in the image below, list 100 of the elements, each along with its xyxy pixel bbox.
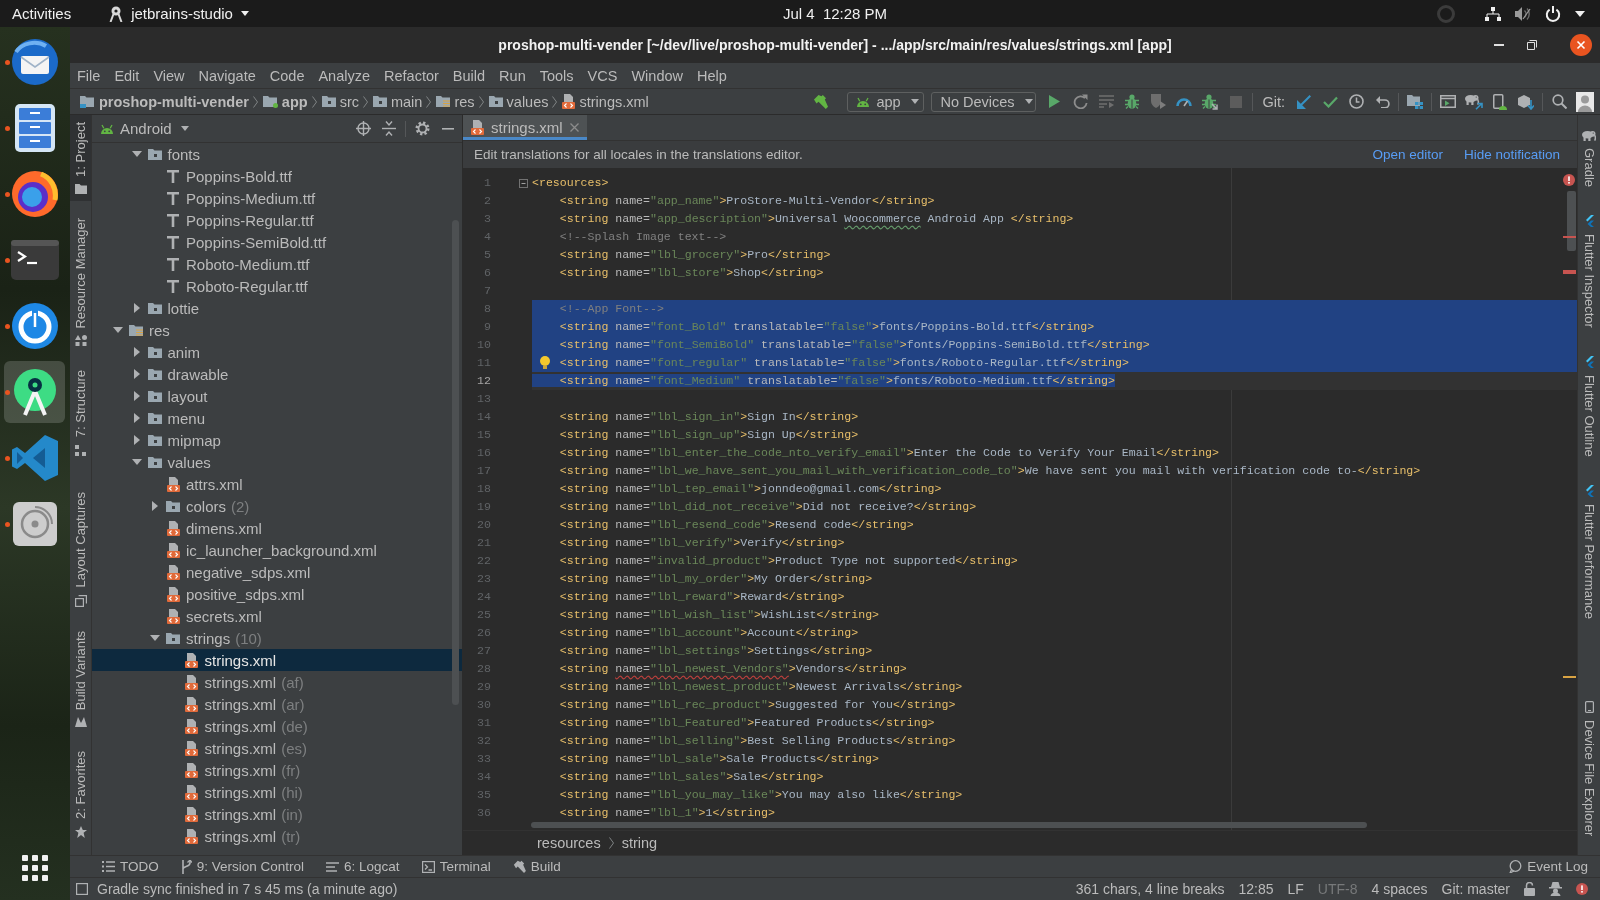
- caret-icon[interactable]: [1575, 10, 1585, 17]
- editor-tab[interactable]: strings.xml: [463, 115, 587, 140]
- tree-item[interactable]: mipmap: [92, 429, 462, 451]
- panel-mode-dropdown[interactable]: Android: [100, 120, 189, 137]
- tree-item[interactable]: strings.xml (es): [92, 737, 462, 759]
- dock-launcher[interactable]: [4, 361, 65, 423]
- restore-icon[interactable]: [1527, 40, 1537, 50]
- inspector-icon[interactable]: [1549, 882, 1562, 896]
- side-tool-button[interactable]: Resource Manager: [70, 210, 91, 354]
- side-tool-button[interactable]: Build Variants: [70, 623, 91, 735]
- tree-item[interactable]: strings.xml: [92, 649, 462, 671]
- menubar-item[interactable]: Tools: [532, 67, 581, 84]
- minimize-icon[interactable]: [442, 127, 454, 130]
- scrollbar-thumb[interactable]: [452, 220, 459, 705]
- side-tool-button[interactable]: 2: Favorites: [70, 744, 91, 845]
- collapse-icon[interactable]: [382, 121, 396, 136]
- tree-item[interactable]: positive_sdps.xml: [92, 583, 462, 605]
- activities-button[interactable]: Activities: [12, 5, 72, 22]
- fold-icon[interactable]: [519, 178, 528, 188]
- tree-item[interactable]: Poppins-Regular.ttf: [92, 209, 462, 231]
- menubar-item[interactable]: Edit: [107, 67, 147, 84]
- event-log-button[interactable]: Event Log: [1509, 859, 1588, 874]
- tree-item[interactable]: colors (2): [92, 495, 462, 517]
- network-icon[interactable]: [1485, 6, 1501, 21]
- breadcrumb[interactable]: resources: [537, 835, 601, 851]
- error-icon[interactable]: [1576, 883, 1588, 895]
- tree-item[interactable]: strings.xml (fr): [92, 759, 462, 781]
- bottom-tool-button[interactable]: 9: Version Control: [180, 859, 305, 874]
- arrow-down-left-icon[interactable]: [1297, 94, 1311, 109]
- tree-item[interactable]: drawable: [92, 363, 462, 385]
- tree-item[interactable]: Poppins-Medium.ttf: [92, 187, 462, 209]
- tree-item[interactable]: anim: [92, 341, 462, 363]
- avatar-icon[interactable]: [1576, 91, 1594, 112]
- tree-item[interactable]: dimens.xml: [92, 517, 462, 539]
- menubar-item[interactable]: Analyze: [311, 67, 378, 84]
- play-icon[interactable]: [1048, 95, 1060, 108]
- tree-item[interactable]: layout: [92, 385, 462, 407]
- error-marker[interactable]: [1563, 236, 1576, 238]
- status-item[interactable]: 4 spaces: [1371, 881, 1428, 897]
- menubar-item[interactable]: Window: [624, 67, 690, 84]
- power-icon[interactable]: [1545, 5, 1561, 22]
- warning-marker[interactable]: [1563, 676, 1576, 678]
- side-tool-button[interactable]: Layout Captures: [70, 485, 91, 614]
- collapsed-arrow-icon[interactable]: [133, 391, 140, 401]
- undo-icon[interactable]: [1374, 95, 1390, 108]
- error-icon[interactable]: [1563, 174, 1575, 186]
- menubar-item[interactable]: Help: [690, 67, 734, 84]
- menubar-item[interactable]: Run: [492, 67, 533, 84]
- tree-item[interactable]: attrs.xml: [92, 473, 462, 495]
- tree-item[interactable]: strings.xml (hi): [92, 781, 462, 803]
- tree-item[interactable]: lottie: [92, 297, 462, 319]
- search-icon[interactable]: [1551, 94, 1567, 109]
- side-tool-button[interactable]: Gradle: [1578, 123, 1600, 195]
- breadcrumb[interactable]: src: [321, 93, 359, 110]
- breadcrumb[interactable]: res: [436, 93, 475, 110]
- elephant-arrow-icon[interactable]: [1465, 93, 1483, 110]
- status-item[interactable]: 12:85: [1238, 881, 1274, 897]
- side-tool-button[interactable]: Flutter Performance: [1578, 477, 1600, 626]
- expanded-arrow-icon[interactable]: [131, 459, 142, 465]
- program-menu[interactable]: jetbrains-studio: [109, 5, 249, 22]
- scrollbar-thumb[interactable]: [1567, 191, 1576, 251]
- expanded-arrow-icon[interactable]: [150, 635, 160, 641]
- side-tool-button[interactable]: 7: Structure: [70, 363, 91, 463]
- tree-item[interactable]: strings.xml (tr): [92, 825, 462, 847]
- expanded-arrow-icon[interactable]: [113, 327, 123, 333]
- notification-link[interactable]: Hide notification: [1463, 147, 1560, 162]
- tree-item[interactable]: ic_launcher_background.xml: [92, 539, 462, 561]
- menubar-item[interactable]: Navigate: [191, 67, 263, 84]
- bottom-tool-button[interactable]: TODO: [102, 859, 159, 874]
- collapsed-arrow-icon[interactable]: [152, 501, 158, 511]
- hammer-icon[interactable]: [812, 94, 828, 109]
- grid-dots-icon[interactable]: [22, 855, 48, 881]
- tree-item[interactable]: Poppins-SemiBold.ttf: [92, 231, 462, 253]
- bug-icon[interactable]: [1125, 94, 1140, 109]
- tree-item[interactable]: values: [92, 451, 462, 473]
- gauge-icon[interactable]: [1176, 96, 1193, 107]
- breadcrumb[interactable]: app: [262, 93, 308, 110]
- collapsed-arrow-icon[interactable]: [133, 435, 140, 445]
- settings-icon[interactable]: [414, 121, 430, 136]
- breadcrumb[interactable]: main: [372, 93, 423, 110]
- tree-item[interactable]: Roboto-Medium.ttf: [92, 253, 462, 275]
- tree-item[interactable]: Poppins-Bold.ttf: [92, 165, 462, 187]
- menubar-item[interactable]: Build: [445, 67, 493, 84]
- package-download-icon[interactable]: [1518, 93, 1534, 110]
- status-message[interactable]: Gradle sync finished in 7 s 45 ms (a minute ago): [97, 881, 398, 897]
- status-item[interactable]: LF: [1287, 881, 1304, 897]
- collapsed-arrow-icon[interactable]: [133, 303, 140, 313]
- tree-item[interactable]: fonts: [92, 143, 462, 165]
- scrollbar-thumb[interactable]: [531, 822, 1367, 828]
- tree-item[interactable]: negative_sdps.xml: [92, 561, 462, 583]
- bug-arrow-icon[interactable]: [1202, 93, 1219, 110]
- check-icon[interactable]: [1322, 95, 1338, 108]
- menubar-item[interactable]: VCS: [580, 67, 625, 84]
- menubar-item[interactable]: Code: [262, 67, 312, 84]
- menubar-item[interactable]: View: [146, 67, 192, 84]
- tree-item[interactable]: strings.xml (ar): [92, 693, 462, 715]
- breadcrumb[interactable]: values: [488, 93, 549, 110]
- bottom-tool-button[interactable]: 6: Logcat: [326, 859, 400, 874]
- breadcrumb[interactable]: strings.xml: [562, 93, 649, 110]
- tree-item[interactable]: res: [92, 319, 462, 341]
